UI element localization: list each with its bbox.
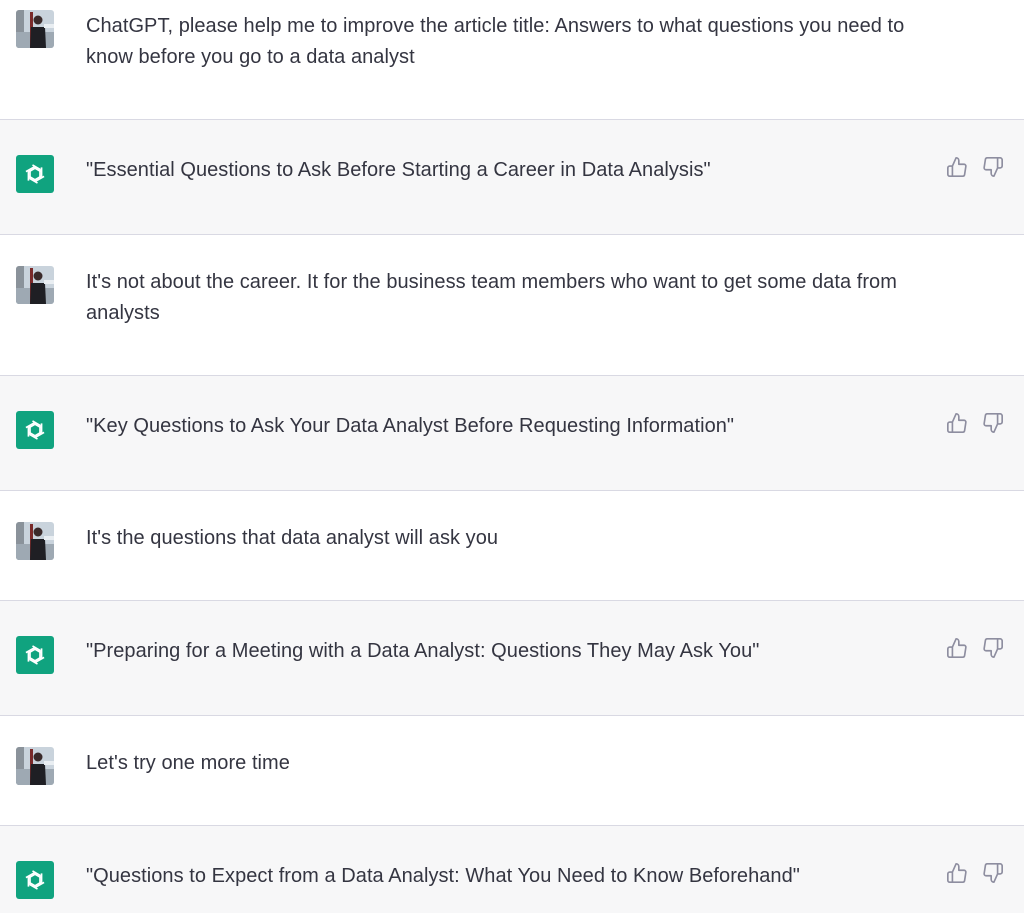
assistant-message: "Preparing for a Meeting with a Data Ana… xyxy=(0,601,1024,715)
user-message: It's not about the career. It for the bu… xyxy=(0,235,1024,375)
feedback-buttons xyxy=(946,156,1004,178)
user-avatar xyxy=(16,266,54,304)
feedback-buttons xyxy=(946,637,1004,659)
user-message: It's the questions that data analyst wil… xyxy=(0,491,1024,600)
thumbs-up-icon[interactable] xyxy=(946,156,968,178)
message-text: Let's try one more time xyxy=(86,752,290,774)
user-message: ChatGPT, please help me to improve the a… xyxy=(0,0,1024,119)
feedback-buttons xyxy=(946,412,1004,434)
user-avatar xyxy=(16,522,54,560)
message-text: "Preparing for a Meeting with a Data Ana… xyxy=(86,640,760,662)
feedback-buttons xyxy=(946,862,1004,884)
thumbs-up-icon[interactable] xyxy=(946,862,968,884)
thumbs-down-icon[interactable] xyxy=(982,412,1004,434)
assistant-message: "Questions to Expect from a Data Analyst… xyxy=(0,826,1024,913)
user-avatar xyxy=(16,747,54,785)
message-text: "Key Questions to Ask Your Data Analyst … xyxy=(86,415,735,437)
assistant-message: "Key Questions to Ask Your Data Analyst … xyxy=(0,376,1024,490)
user-avatar xyxy=(16,10,54,48)
openai-logo-icon xyxy=(16,411,54,449)
thumbs-down-icon[interactable] xyxy=(982,862,1004,884)
openai-logo-icon xyxy=(16,636,54,674)
openai-logo-icon xyxy=(16,155,54,193)
conversation-thread: ChatGPT, please help me to improve the a… xyxy=(0,0,1024,913)
thumbs-up-icon[interactable] xyxy=(946,637,968,659)
thumbs-up-icon[interactable] xyxy=(946,412,968,434)
message-text: ChatGPT, please help me to improve the a… xyxy=(86,15,905,68)
message-text: It's the questions that data analyst wil… xyxy=(86,527,499,549)
user-message: Let's try one more time xyxy=(0,716,1024,825)
message-text: "Essential Questions to Ask Before Start… xyxy=(86,159,711,181)
message-text: It's not about the career. It for the bu… xyxy=(86,271,897,324)
assistant-message: "Essential Questions to Ask Before Start… xyxy=(0,120,1024,234)
openai-logo-icon xyxy=(16,861,54,899)
message-text: "Questions to Expect from a Data Analyst… xyxy=(86,865,800,887)
thumbs-down-icon[interactable] xyxy=(982,156,1004,178)
thumbs-down-icon[interactable] xyxy=(982,637,1004,659)
